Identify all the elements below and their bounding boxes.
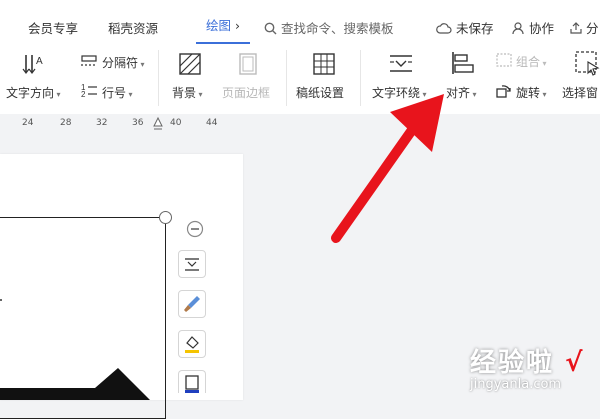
watermark-en: jingyanla.com bbox=[470, 377, 562, 392]
select-pane-icon bbox=[575, 51, 600, 76]
dropdown-arrow-icon: ▾ bbox=[540, 90, 547, 99]
tab-draw[interactable]: 绘图 › bbox=[196, 10, 250, 44]
document-page[interactable] bbox=[0, 154, 243, 419]
watermark-cn-text: 经验啦 bbox=[470, 348, 555, 378]
ruler-tick: 36 bbox=[132, 118, 144, 128]
line-number-label: 行号 bbox=[102, 86, 127, 100]
minus-circle-icon[interactable] bbox=[186, 220, 204, 238]
ruler-tick: 44 bbox=[206, 118, 218, 128]
menu-member[interactable]: 会员专享 bbox=[28, 18, 78, 37]
shape-arrow-graphic bbox=[0, 368, 150, 400]
outline-icon bbox=[185, 375, 199, 393]
group-button[interactable]: 组合 ▾ bbox=[516, 53, 547, 70]
share-icon bbox=[570, 22, 582, 34]
chevron-right-icon[interactable]: › bbox=[235, 18, 240, 33]
rotate-icon bbox=[496, 85, 511, 98]
dropdown-arrow-icon: ▾ bbox=[196, 90, 203, 99]
outline-button[interactable] bbox=[178, 370, 206, 393]
ruler-tick: 24 bbox=[22, 118, 34, 128]
group-icon bbox=[496, 53, 512, 67]
collaborate-label: 协作 bbox=[528, 21, 554, 36]
fill-bucket-icon bbox=[185, 336, 199, 353]
unsaved-label: 未保存 bbox=[455, 21, 494, 36]
page-border-icon bbox=[239, 53, 257, 75]
svg-text:A: A bbox=[36, 56, 43, 67]
dot bbox=[0, 299, 2, 301]
red-arrow-annotation bbox=[331, 94, 444, 243]
page-border-button[interactable]: 页面边框 bbox=[222, 84, 270, 101]
checkmark-icon: √ bbox=[565, 348, 585, 378]
text-direction-icon: A bbox=[22, 55, 43, 74]
ribbon-toolbar: A 文字方向 ▾ 分隔符 ▾ 1 2 行号 ▾ 背景 ▾ 页面边框 稿纸设置 文… bbox=[0, 44, 600, 115]
rotate-label: 旋转 bbox=[516, 86, 541, 100]
cloud-icon bbox=[436, 23, 452, 34]
menu-docer[interactable]: 稻壳资源 bbox=[108, 18, 158, 37]
align-icon bbox=[452, 52, 474, 74]
ribbon-divider bbox=[286, 50, 287, 106]
separator-button[interactable]: 分隔符 ▾ bbox=[102, 54, 145, 71]
separator-icon bbox=[81, 55, 97, 66]
watermark-cn: 经验啦 √ bbox=[470, 342, 584, 379]
line-number-button[interactable]: 行号 ▾ bbox=[102, 84, 133, 101]
search-placeholder: 查找命令、搜索模板 bbox=[280, 21, 394, 36]
separator-label: 分隔符 bbox=[102, 56, 139, 70]
search-command[interactable]: 查找命令、搜索模板 bbox=[264, 18, 394, 37]
ruler-tick: 28 bbox=[60, 118, 72, 128]
select-pane-button[interactable]: 选择窗 bbox=[562, 84, 598, 101]
fill-color-button[interactable] bbox=[178, 330, 206, 358]
text-direction-button[interactable]: 文字方向 ▾ bbox=[6, 84, 61, 101]
ribbon-divider bbox=[158, 50, 159, 106]
svg-text:2: 2 bbox=[81, 90, 86, 98]
share-label: 分 bbox=[585, 21, 599, 36]
search-icon bbox=[264, 22, 277, 35]
menu-bar: 会员专享 稻壳资源 绘图 › 查找命令、搜索模板 未保存 协作 分 bbox=[0, 0, 600, 45]
ruler-tick: 32 bbox=[96, 118, 108, 128]
rotate-button[interactable]: 旋转 ▾ bbox=[516, 84, 547, 101]
user-icon bbox=[512, 22, 524, 35]
ruler-tick: 40 bbox=[170, 118, 182, 128]
dropdown-arrow-icon: ▾ bbox=[138, 60, 145, 69]
dropdown-arrow-icon: ▾ bbox=[54, 90, 61, 99]
tab-draw-label: 绘图 bbox=[206, 18, 232, 33]
ruler-indent-marker-icon[interactable] bbox=[153, 116, 163, 130]
dropdown-arrow-icon: ▾ bbox=[126, 90, 133, 99]
share-button[interactable]: 分 bbox=[570, 18, 599, 37]
layout-options-button[interactable] bbox=[178, 250, 206, 278]
background-button[interactable]: 背景 ▾ bbox=[172, 84, 203, 101]
background-icon bbox=[179, 53, 201, 75]
text-direction-label: 文字方向 bbox=[6, 86, 55, 100]
resize-handle[interactable] bbox=[159, 211, 172, 224]
wrap-layout-icon bbox=[185, 258, 199, 271]
line-number-icon: 1 2 bbox=[81, 83, 97, 98]
shape-style-button[interactable] bbox=[178, 290, 206, 318]
manuscript-icon bbox=[313, 53, 335, 75]
background-label: 背景 bbox=[172, 86, 197, 100]
dropdown-arrow-icon: ▾ bbox=[470, 90, 477, 99]
horizontal-ruler[interactable]: 24 28 32 36 40 44 bbox=[0, 114, 600, 134]
unsaved-status[interactable]: 未保存 bbox=[436, 18, 494, 37]
dropdown-arrow-icon: ▾ bbox=[540, 59, 547, 68]
collaborate-button[interactable]: 协作 bbox=[512, 18, 554, 37]
wrap-text-icon bbox=[390, 55, 412, 72]
watermark: 经验啦 √ jingyanla.com bbox=[470, 342, 584, 392]
brush-icon bbox=[184, 296, 200, 312]
group-label: 组合 bbox=[516, 55, 541, 69]
